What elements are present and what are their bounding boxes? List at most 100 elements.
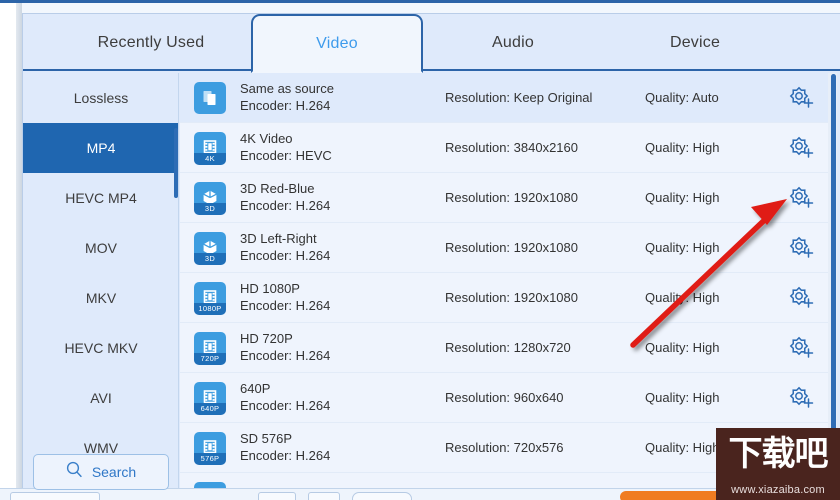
cube-icon: 3D [194, 181, 226, 215]
preset-badge: 640P [194, 402, 226, 415]
preset-badge: 720P [194, 352, 226, 365]
search-button-label: Search [91, 464, 137, 480]
preset-encoder: Encoder: H.264 [240, 448, 331, 463]
sidebar-item-mp4[interactable]: MP4 [23, 123, 178, 173]
watermark-logo-text: 下载吧 [728, 434, 829, 474]
preset-text-block: 3D Red-Blue Encoder: H.264 [240, 180, 445, 215]
preset-title: 4K Video [240, 131, 293, 146]
search-icon [66, 461, 83, 483]
preset-text-block: HD 720P Encoder: H.264 [240, 330, 445, 365]
preset-row[interactable]: 1080P HD 1080P Encoder: H.264 Resolution: 1… [180, 273, 832, 323]
sidebar-item-label: MOV [85, 240, 117, 256]
film-icon: 640P [194, 381, 226, 415]
preset-badge: 3D [194, 202, 226, 215]
preset-row[interactable]: 720P HD 720P Encoder: H.264 Resolution: 128… [180, 323, 832, 373]
preset-encoder: Encoder: H.264 [240, 298, 331, 313]
preset-selection-panel: Recently Used Video Audio Device Lossles… [22, 13, 840, 494]
preset-title: HD 720P [240, 331, 293, 346]
preset-resolution: Resolution: Keep Original [445, 90, 593, 105]
tab-video[interactable]: Video [251, 14, 423, 73]
gear-plus-icon[interactable] [788, 135, 814, 161]
preset-list-scrollbar-thumb[interactable] [831, 74, 836, 479]
preset-quality: Quality: High [645, 390, 720, 405]
preset-resolution: Resolution: 1280x720 [445, 340, 571, 355]
application-window: Recently Used Video Audio Device Lossles… [0, 0, 840, 500]
preset-quality: Quality: High [645, 140, 720, 155]
preset-row[interactable]: 3D 3D Red-Blue Encoder: H.264 Resolution: 1… [180, 173, 832, 223]
sidebar-item-hevc-mp4[interactable]: HEVC MP4 [23, 173, 178, 223]
gear-plus-icon[interactable] [788, 285, 814, 311]
preset-badge: 3D [194, 252, 226, 265]
preset-encoder: Encoder: H.264 [240, 198, 331, 213]
preset-text-block: 4K Video Encoder: HEVC [240, 130, 445, 165]
watermark-url-text: www.xiazaiba.com [716, 480, 840, 500]
toolbar-pill-button[interactable] [352, 492, 412, 500]
preset-row[interactable]: 4K 4K Video Encoder: HEVC Resolution: 3840x… [180, 123, 832, 173]
preset-resolution: Resolution: 1920x1080 [445, 190, 578, 205]
preset-encoder: Encoder: H.264 [240, 248, 331, 263]
preset-quality: Quality: High [645, 290, 720, 305]
tab-bar: Recently Used Video Audio Device [23, 14, 840, 73]
sidebar-item-label: HEVC MP4 [65, 190, 137, 206]
preset-encoder: Encoder: H.264 [240, 98, 331, 113]
preset-quality: Quality: High [645, 340, 720, 355]
search-button[interactable]: Search [33, 454, 169, 490]
preset-resolution: Resolution: 3840x2160 [445, 140, 578, 155]
film-icon: 576P [194, 431, 226, 465]
sidebar-item-label: MKV [85, 290, 117, 306]
gear-plus-icon[interactable] [788, 385, 814, 411]
gear-plus-icon[interactable] [788, 235, 814, 261]
preset-resolution: Resolution: 960x640 [445, 390, 564, 405]
preset-encoder: Encoder: H.264 [240, 398, 331, 413]
sidebar-item-mov[interactable]: MOV [23, 223, 178, 273]
sidebar-item-label: HEVC MKV [64, 340, 138, 356]
sidebar-item-label: MP4 [86, 140, 116, 156]
preset-badge: 1080P [194, 302, 226, 315]
sidebar-item-avi[interactable]: AVI [23, 373, 178, 423]
sidebar-item-mkv[interactable]: MKV [23, 273, 178, 323]
sidebar-item-hevc-mkv[interactable]: HEVC MKV [23, 323, 178, 373]
preset-row[interactable]: 3D 3D Left-Right Encoder: H.264 Resolution:… [180, 223, 832, 273]
window-top-border [0, 0, 840, 3]
preset-encoder: Encoder: H.264 [240, 348, 331, 363]
tab-audio-label: Audio [492, 33, 534, 51]
gear-plus-icon[interactable] [788, 335, 814, 361]
preset-resolution: Resolution: 1920x1080 [445, 290, 578, 305]
toolbar-field-1[interactable] [10, 492, 100, 500]
preset-title: 3D Left-Right [240, 231, 317, 246]
sidebar-item-label: Lossless [73, 90, 129, 106]
toolbar-button-2[interactable] [308, 492, 340, 500]
film-icon: 720P [194, 331, 226, 365]
preset-title: HD 1080P [240, 281, 300, 296]
sidebar-item-list: Lossless MP4 HEVC MP4 MOV MKV HEVC MKV AVI WMV [23, 73, 178, 473]
preset-quality: Quality: High [645, 190, 720, 205]
tab-device[interactable]: Device [601, 14, 789, 71]
gear-plus-icon[interactable] [788, 185, 814, 211]
tab-recently-used[interactable]: Recently Used [51, 14, 251, 71]
tab-audio[interactable]: Audio [429, 14, 597, 71]
preset-resolution: Resolution: 1920x1080 [445, 240, 578, 255]
sidebar-scrollbar-thumb[interactable] [174, 128, 178, 198]
gear-plus-icon[interactable] [788, 85, 814, 111]
format-category-sidebar[interactable]: Lossless MP4 HEVC MP4 MOV MKV HEVC MKV AVI WMV [23, 73, 179, 494]
preset-text-block: HD 1080P Encoder: H.264 [240, 280, 445, 315]
tab-video-label: Video [316, 34, 358, 52]
preset-quality: Quality: High [645, 240, 720, 255]
preset-text-block: SD 576P Encoder: H.264 [240, 430, 445, 465]
preset-title: 640P [240, 381, 271, 396]
preset-text-block: Same as source Encoder: H.264 [240, 80, 445, 115]
preset-row[interactable]: Same as source Encoder: H.264 Resolution: … [180, 73, 832, 123]
preset-title: Same as source [240, 81, 334, 96]
film-icon: 1080P [194, 281, 226, 315]
toolbar-button-1[interactable] [258, 492, 296, 500]
preset-badge: 576P [194, 452, 226, 465]
tab-recently-used-label: Recently Used [97, 33, 205, 51]
film-icon: 4K [194, 131, 226, 165]
watermark: 下载吧 www.xiazaiba.com [716, 428, 840, 500]
preset-badge: 4K [194, 152, 226, 165]
sidebar-item-label: AVI [90, 390, 112, 406]
sidebar-item-lossless[interactable]: Lossless [23, 73, 178, 123]
tab-device-label: Device [669, 33, 721, 51]
preset-row[interactable]: 640P 640P Encoder: H.264 Resolution: 960x64… [180, 373, 832, 423]
preset-resolution: Resolution: 720x576 [445, 440, 564, 455]
